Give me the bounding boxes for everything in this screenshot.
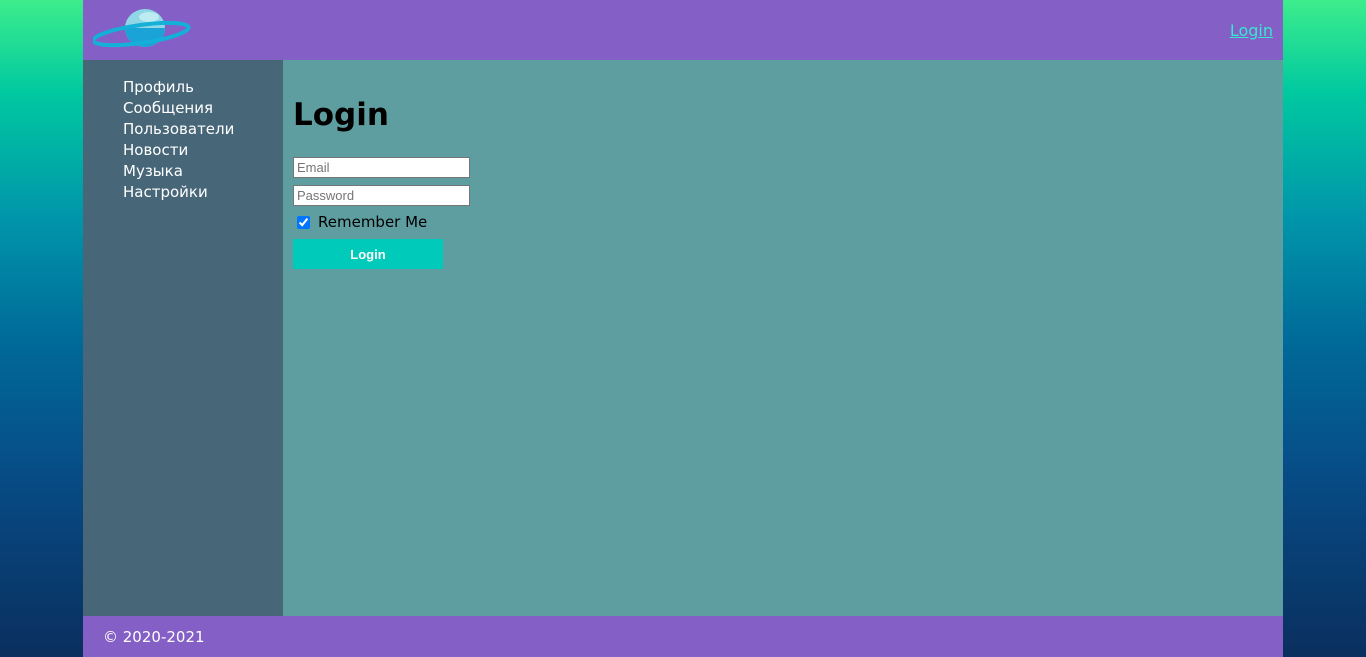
sidebar-item-news[interactable]: Новости [123,140,283,161]
sidebar-item-users[interactable]: Пользователи [123,119,283,140]
remember-me-label: Remember Me [318,213,428,231]
email-field[interactable] [293,157,470,178]
sidebar-item-profile[interactable]: Профиль [123,77,283,98]
sidebar: Профиль Сообщения Пользователи Новости М… [83,60,283,616]
page-title: Login [293,97,389,133]
login-link[interactable]: Login [1230,21,1273,40]
footer: © 2020-2021 [83,616,1283,657]
sidebar-item-settings[interactable]: Настройки [123,182,283,203]
remember-me-row[interactable]: Remember Me [293,213,1273,231]
main-content: Login Remember Me Login [283,60,1283,616]
password-field[interactable] [293,185,470,206]
login-form: Remember Me Login [293,157,1273,269]
sidebar-item-music[interactable]: Музыка [123,161,283,182]
login-button[interactable]: Login [293,239,443,269]
sidebar-item-messages[interactable]: Сообщения [123,98,283,119]
planet-logo-icon[interactable] [93,7,193,53]
header: Login [83,0,1283,60]
copyright-text: © 2020-2021 [103,627,205,646]
app-layout: Login Профиль Сообщения Пользователи Нов… [83,0,1283,657]
remember-me-checkbox[interactable] [297,215,310,229]
